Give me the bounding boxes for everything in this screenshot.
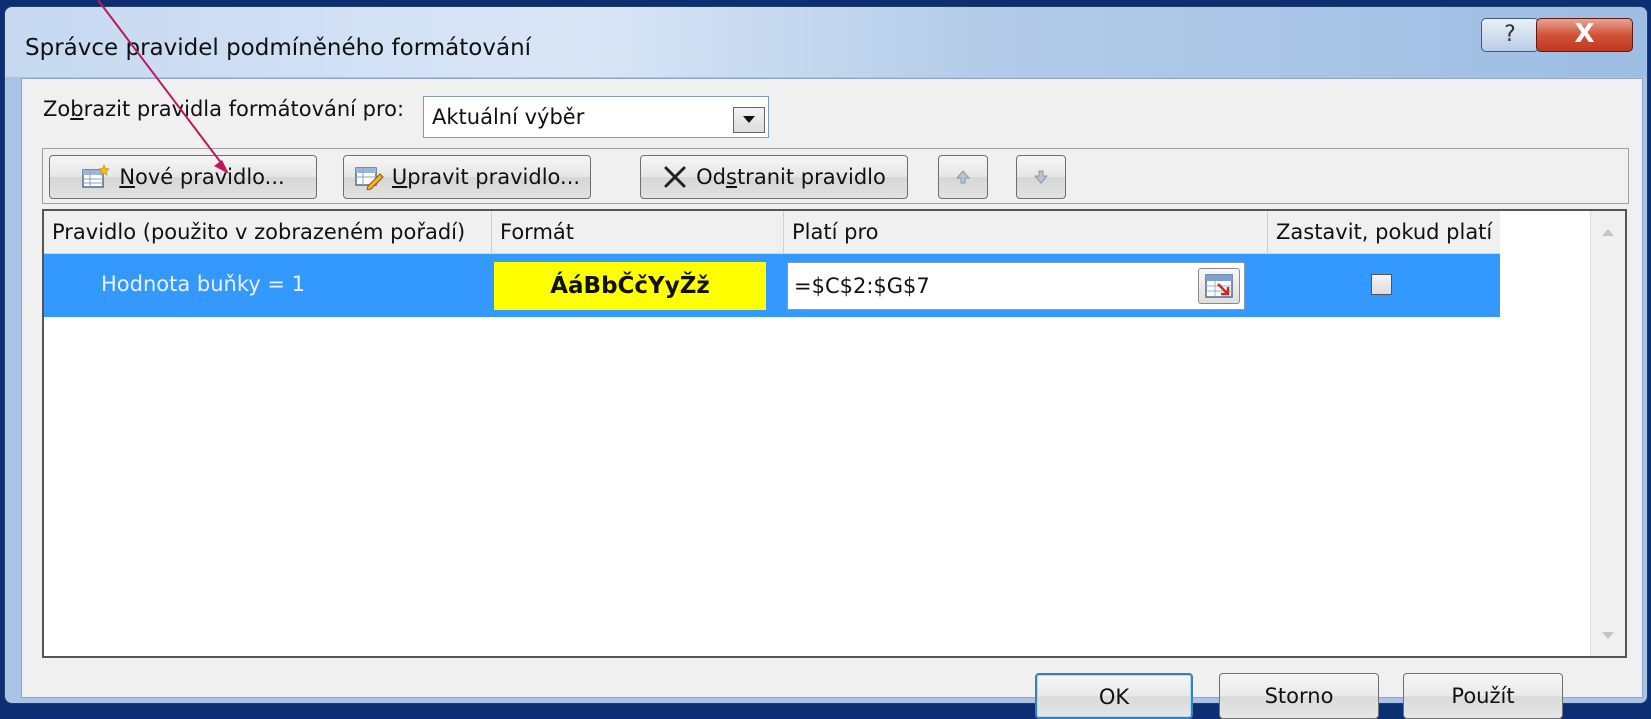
arrow-up-icon: [955, 170, 971, 184]
scroll-up-icon[interactable]: [1600, 226, 1616, 238]
title-bar[interactable]: Správce pravidel podmíněného formátování…: [5, 7, 1647, 77]
new-rule-label: Nové pravidlo...: [119, 165, 285, 189]
close-icon: X: [1574, 19, 1595, 49]
range-picker-icon: [1205, 274, 1233, 298]
arrow-down-icon: [1033, 170, 1049, 184]
show-rules-selected: Aktuální výběr: [432, 105, 585, 129]
delete-rule-label: Odstranit pravidlo: [696, 165, 886, 189]
help-icon: ?: [1504, 22, 1516, 47]
range-select-button[interactable]: [1198, 268, 1240, 304]
column-header-format[interactable]: Formát: [492, 211, 784, 253]
rule-row[interactable]: Hodnota buňky = 1 ÁáBbČčYyŽž =$C$2:$G$7: [44, 254, 1500, 317]
move-up-button[interactable]: [938, 155, 988, 199]
edit-rule-button[interactable]: Upravit pravidlo...: [343, 155, 591, 199]
edit-rule-icon: [355, 167, 384, 190]
dialog-body: Zobrazit pravidla formátování pro: Aktuá…: [21, 78, 1643, 719]
applies-to-input[interactable]: =$C$2:$G$7: [787, 262, 1245, 310]
rule-description: Hodnota buňky = 1: [101, 272, 306, 296]
cancel-button[interactable]: Storno: [1219, 673, 1379, 719]
dropdown-arrow-button[interactable]: [733, 107, 765, 133]
vertical-scrollbar[interactable]: [1590, 211, 1625, 656]
ok-button[interactable]: OK: [1035, 673, 1193, 719]
rules-grid: Pravidlo (použito v zobrazeném pořadí) F…: [42, 209, 1627, 658]
delete-icon: [664, 166, 686, 188]
new-rule-button[interactable]: Nové pravidlo...: [49, 155, 317, 199]
applies-to-value: =$C$2:$G$7: [794, 274, 930, 298]
delete-rule-button[interactable]: Odstranit pravidlo: [640, 155, 908, 199]
column-header-stop-if-true[interactable]: Zastavit, pokud platí: [1268, 211, 1500, 253]
chevron-down-icon: [743, 116, 755, 123]
show-rules-dropdown[interactable]: Aktuální výběr: [423, 96, 769, 138]
edit-rule-label: Upravit pravidlo...: [391, 165, 581, 189]
dialog-title: Správce pravidel podmíněného formátování: [25, 35, 532, 61]
new-rule-icon: [82, 164, 111, 188]
help-button[interactable]: ?: [1481, 18, 1539, 52]
rules-toolbar: Nové pravidlo... Upravit pravidlo... Ods…: [42, 148, 1629, 204]
dialog-window: Správce pravidel podmíněného formátování…: [4, 6, 1648, 719]
stop-if-true-checkbox[interactable]: [1371, 274, 1392, 295]
grid-header: Pravidlo (použito v zobrazeném pořadí) F…: [44, 211, 1500, 254]
column-header-applies-to[interactable]: Platí pro: [784, 211, 1268, 253]
apply-button[interactable]: Použít: [1403, 673, 1563, 719]
column-header-rule[interactable]: Pravidlo (použito v zobrazeném pořadí): [44, 211, 492, 253]
format-preview: ÁáBbČčYyŽž: [494, 262, 766, 310]
show-rules-label: Zobrazit pravidla formátování pro:: [43, 97, 405, 121]
scroll-down-icon[interactable]: [1600, 630, 1616, 642]
close-button[interactable]: X: [1536, 18, 1633, 52]
move-down-button[interactable]: [1016, 155, 1066, 199]
